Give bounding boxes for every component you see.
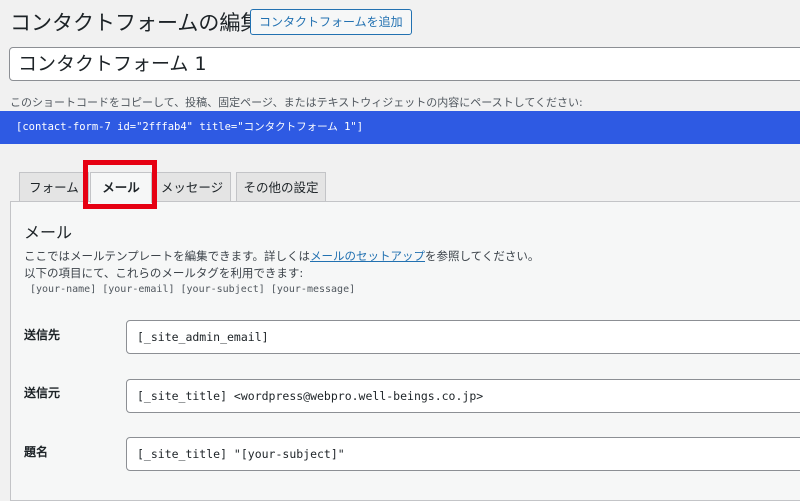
shortcode-field[interactable]: [contact-form-7 id="2fffab4" title="コンタク… <box>0 111 800 144</box>
mail-description-line-1: ここではメールテンプレートを編集できます。詳しくはメールのセットアップを参照して… <box>24 248 539 264</box>
form-title-input[interactable]: コンタクトフォーム 1 <box>9 47 800 81</box>
add-new-form-button[interactable]: コンタクトフォームを追加 <box>250 9 412 35</box>
mail-section-heading: メール <box>24 223 73 242</box>
mail-description-line-2: 以下の項目にて、これらのメールタグを利用できます: <box>24 266 304 280</box>
tab-form[interactable]: フォーム <box>19 172 89 202</box>
mail-tags-list: [your-name] [your-email] [your-subject] … <box>30 284 356 295</box>
tab-additional-settings[interactable]: その他の設定 <box>236 172 326 202</box>
mail-setup-link[interactable]: メールのセットアップ <box>310 249 425 263</box>
tab-mail[interactable]: メール <box>90 172 152 203</box>
tab-messages[interactable]: メッセージ <box>153 172 231 202</box>
from-field[interactable]: [_site_title] <wordpress@webpro.well-bei… <box>126 379 800 413</box>
shortcode-description: このショートコードをコピーして、投稿、固定ページ、またはテキストウィジェットの内… <box>10 96 583 109</box>
from-label: 送信元 <box>24 386 61 400</box>
page-title: コンタクトフォームの編集 <box>10 11 262 35</box>
subject-label: 題名 <box>24 445 49 459</box>
to-field[interactable]: [_site_admin_email] <box>126 320 800 354</box>
mail-description-text-after: を参照してください。 <box>425 249 540 263</box>
mail-description-text: ここではメールテンプレートを編集できます。詳しくは <box>24 249 311 263</box>
to-label: 送信先 <box>24 328 61 342</box>
subject-field[interactable]: [_site_title] "[your-subject]" <box>126 437 800 471</box>
